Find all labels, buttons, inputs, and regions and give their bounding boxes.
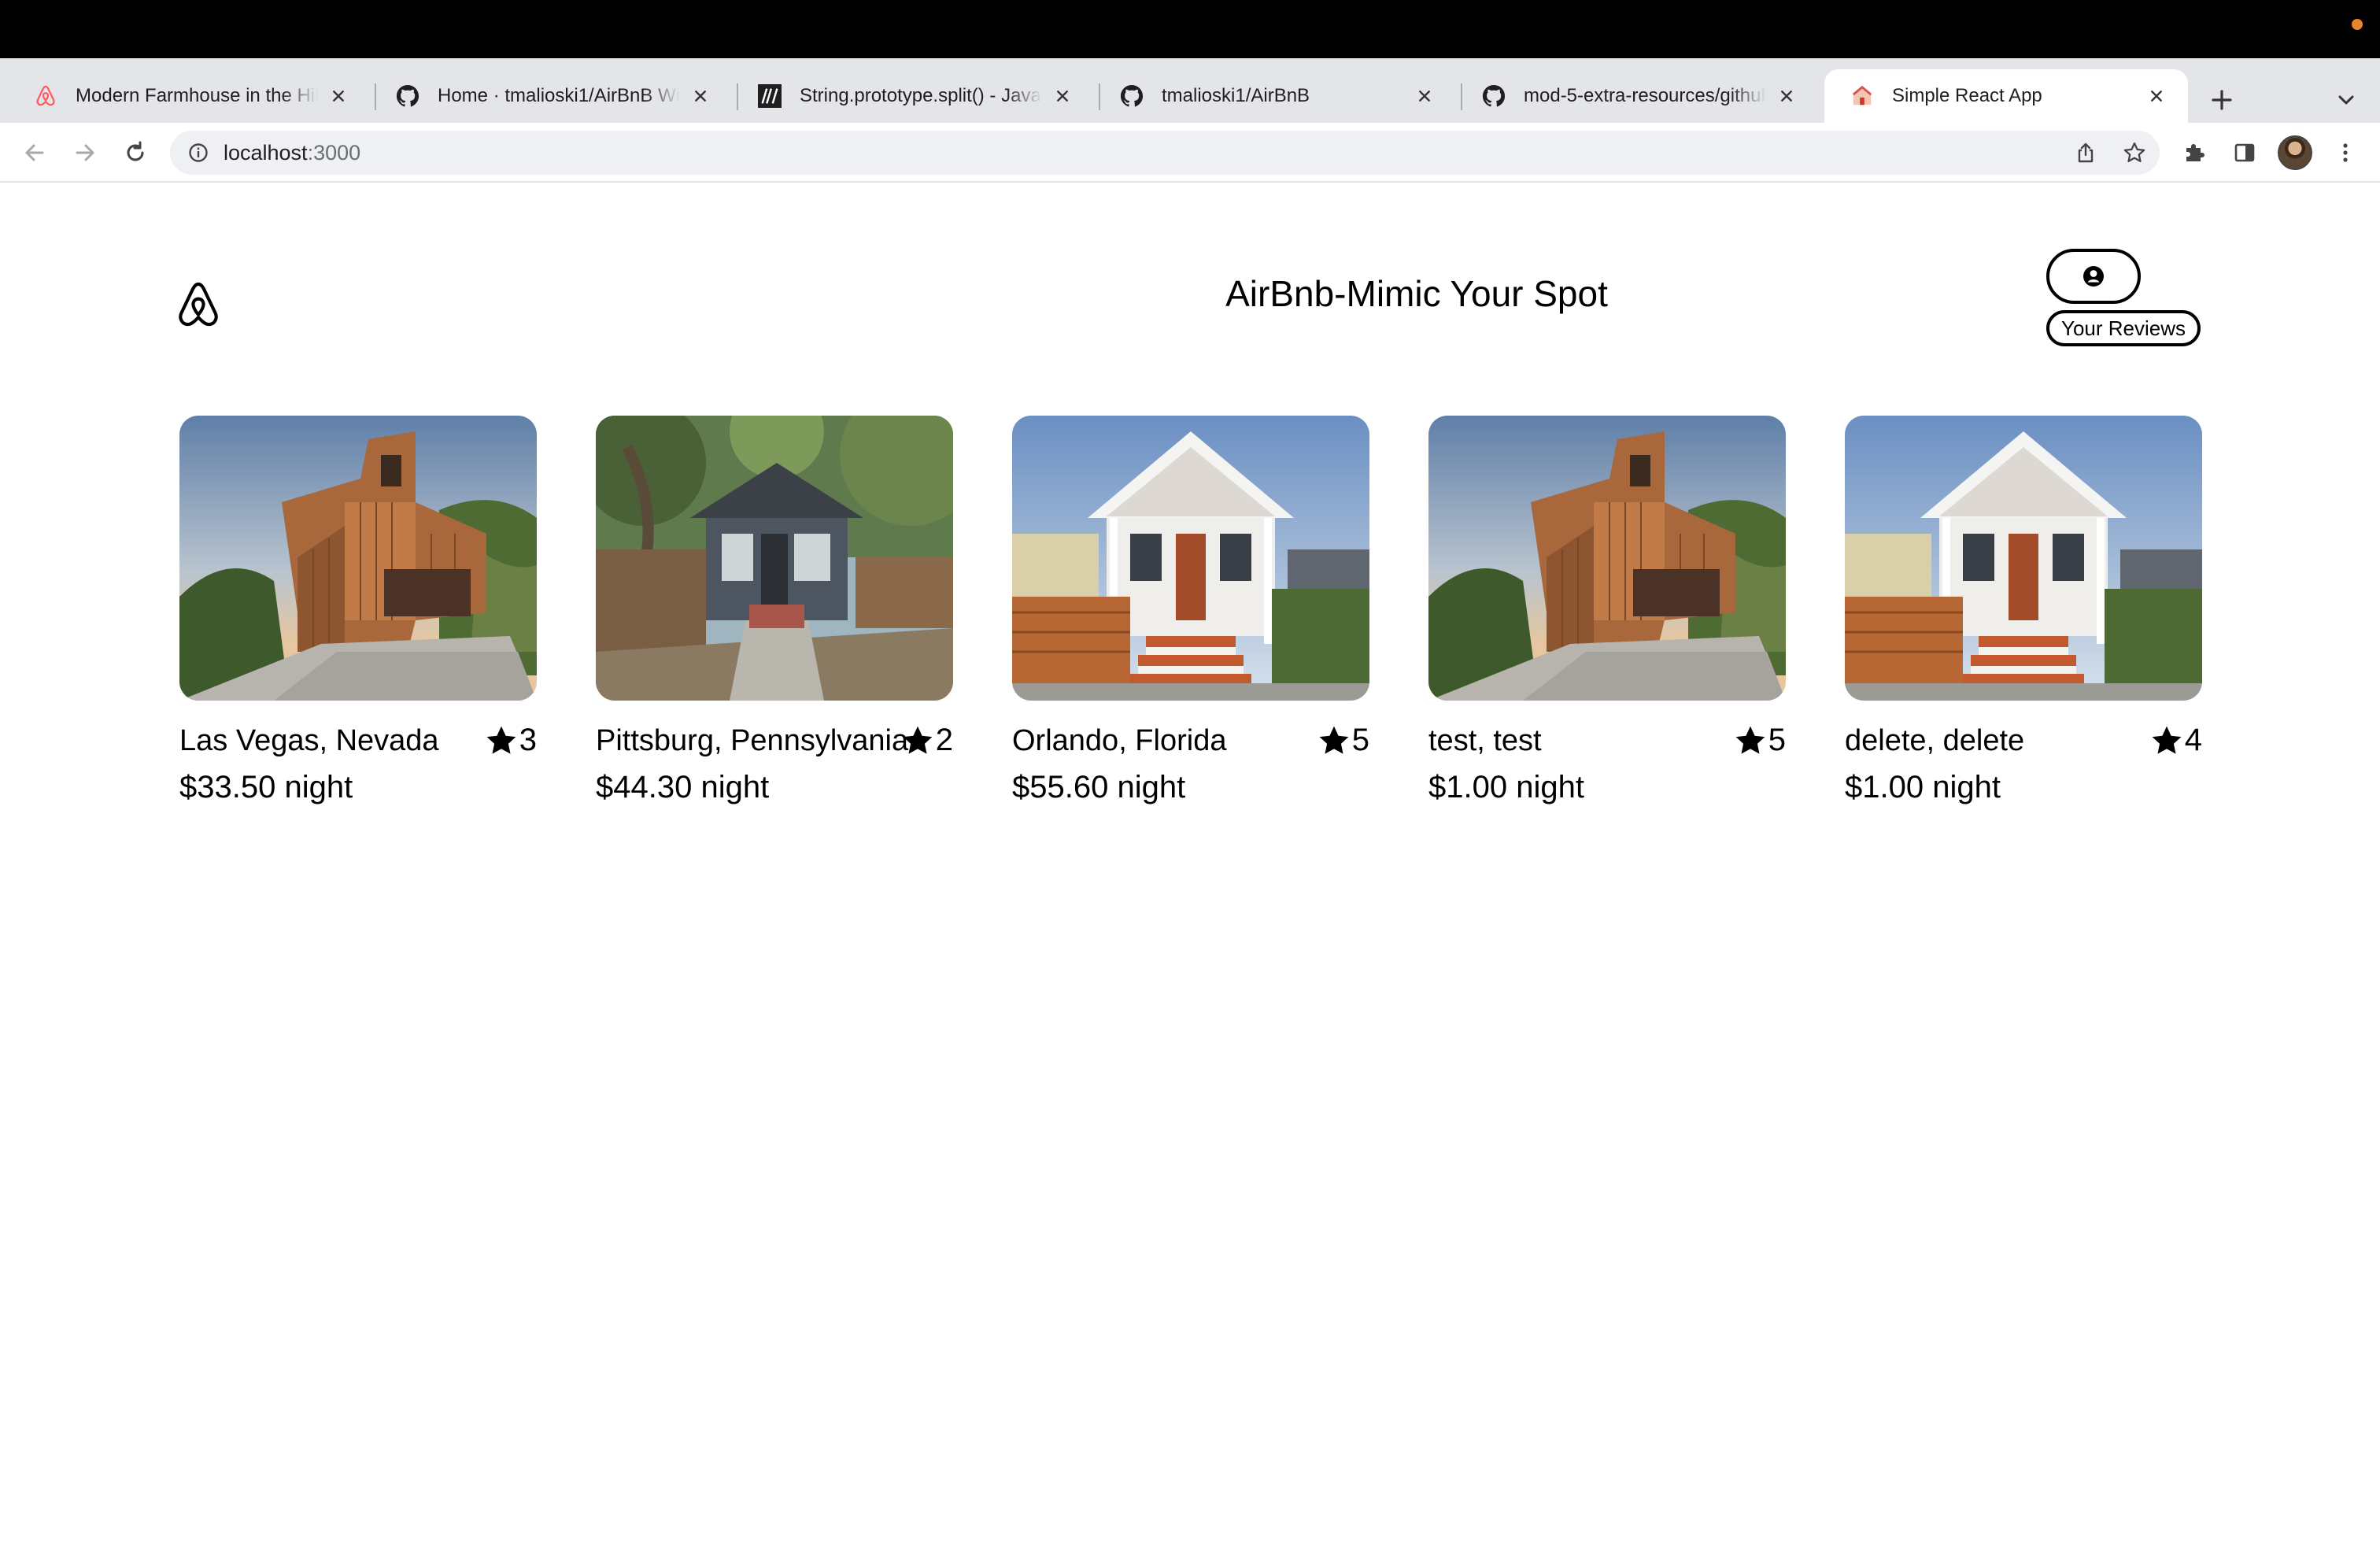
rating-value: 5	[1351, 723, 1369, 757]
spot-card[interactable]: Pittsburg, Pennsylvania 2 $44.30 night	[596, 416, 953, 825]
spot-location: test, test	[1428, 724, 1542, 757]
spot-price: $44.30 night	[596, 770, 770, 804]
spot-image[interactable]	[179, 416, 537, 701]
site-info-icon[interactable]	[186, 140, 211, 165]
star-icon	[485, 724, 518, 757]
browser-toolbar: localhost:3000	[0, 123, 2380, 183]
spot-location: Las Vegas, Nevada	[179, 724, 439, 757]
rating-value: 4	[2184, 723, 2202, 757]
side-panel-icon	[2234, 143, 2255, 162]
rating-value: 3	[519, 723, 537, 757]
star-icon	[1318, 724, 1351, 757]
spot-image[interactable]	[1428, 416, 1786, 701]
mdn-icon	[757, 83, 782, 109]
address-bar[interactable]: localhost:3000	[170, 131, 2160, 175]
more-vertical-icon	[2343, 143, 2348, 162]
close-icon[interactable]	[1050, 83, 1075, 109]
star-icon	[901, 724, 934, 757]
spot-rating: 2	[901, 723, 953, 758]
spot-rating: 3	[485, 723, 537, 758]
rating-value: 2	[935, 723, 953, 757]
side-panel-button[interactable]	[2226, 134, 2264, 172]
os-menu-bar	[0, 0, 2380, 58]
back-button[interactable]	[16, 134, 54, 172]
spot-rating: 5	[1318, 723, 1369, 758]
spot-rating: 4	[2150, 723, 2202, 758]
puzzle-icon	[2186, 144, 2204, 161]
spot-rating: 5	[1734, 723, 1786, 758]
spot-location: Pittsburg, Pennsylvania	[596, 724, 909, 757]
address-url: localhost:3000	[224, 141, 360, 165]
close-icon[interactable]	[2144, 83, 2169, 109]
spot-image[interactable]	[1012, 416, 1369, 701]
browser-tab-active[interactable]: Simple React App	[1824, 69, 2188, 123]
reload-button[interactable]	[116, 134, 154, 172]
tab-title: Home · tmalioski1/AirBnB Wiki	[438, 85, 680, 106]
your-reviews-button[interactable]: Your Reviews	[2046, 310, 2201, 346]
browser-menu-button[interactable]	[2326, 134, 2364, 172]
airbnb-icon	[33, 83, 58, 109]
tab-title: Modern Farmhouse in the Hill	[76, 85, 318, 106]
rating-value: 5	[1768, 723, 1786, 757]
page-title: AirBnb-Mimic Your Spot	[1225, 273, 1608, 314]
github-icon	[395, 83, 420, 109]
profile-avatar[interactable]	[2278, 135, 2312, 170]
spot-image[interactable]	[1845, 416, 2202, 701]
github-icon	[1119, 83, 1144, 109]
chevron-down-icon	[2338, 95, 2354, 105]
recording-indicator-icon	[2352, 19, 2363, 30]
react-app-icon	[1850, 83, 1875, 109]
tab-title: tmalioski1/AirBnB	[1162, 85, 1310, 106]
close-icon[interactable]	[1412, 83, 1437, 109]
star-icon	[2150, 724, 2183, 757]
plus-icon	[2212, 90, 2232, 110]
browser-tab[interactable]: Modern Farmhouse in the Hill	[8, 69, 370, 123]
user-circle-icon	[2083, 266, 2104, 287]
reload-icon	[127, 141, 144, 161]
spot-price: $1.00 night	[1428, 770, 1584, 804]
spot-price: $33.50 night	[179, 770, 353, 804]
browser-tab-strip: Modern Farmhouse in the Hill Home · tmal…	[0, 58, 2380, 123]
spot-location: delete, delete	[1845, 724, 2025, 757]
browser-tab[interactable]: tmalioski1/AirBnB	[1094, 69, 1456, 123]
arrow-left-icon	[25, 144, 44, 161]
spot-card[interactable]: Las Vegas, Nevada 3 $33.50 night	[179, 416, 537, 825]
extensions-button[interactable]	[2175, 134, 2213, 172]
close-icon[interactable]	[688, 83, 713, 109]
arrow-right-icon	[76, 144, 94, 161]
browser-tab[interactable]: mod-5-extra-resources/github	[1456, 69, 1818, 123]
url-port: :3000	[307, 141, 361, 165]
spot-price: $55.60 night	[1012, 770, 1186, 804]
profile-menu-button[interactable]	[2046, 249, 2141, 304]
spot-card[interactable]: Orlando, Florida 5 $55.60 night	[1012, 416, 1369, 825]
spot-image[interactable]	[596, 416, 953, 701]
spot-location: Orlando, Florida	[1012, 724, 1227, 757]
spot-price: $1.00 night	[1845, 770, 2001, 804]
tab-search-button[interactable]	[2328, 82, 2364, 118]
bookmark-star-icon[interactable]	[2119, 137, 2150, 168]
tab-title: Simple React App	[1892, 85, 2042, 106]
app-page: AirBnb-Mimic Your Spot Your Reviews Las …	[0, 184, 2380, 1546]
close-icon[interactable]	[1774, 83, 1799, 109]
new-tab-button[interactable]	[2204, 82, 2240, 118]
star-icon	[1734, 724, 1767, 757]
browser-tab[interactable]: String.prototype.split() - JavaScript	[732, 69, 1094, 123]
spot-card[interactable]: test, test 5 $1.00 night	[1428, 416, 1786, 825]
tab-title: String.prototype.split() - JavaScript	[800, 85, 1042, 106]
spot-card[interactable]: delete, delete 4 $1.00 night	[1845, 416, 2202, 825]
close-icon[interactable]	[326, 83, 351, 109]
github-icon	[1481, 83, 1506, 109]
forward-button[interactable]	[66, 134, 104, 172]
tab-title: mod-5-extra-resources/github	[1524, 85, 1766, 106]
url-host: localhost	[224, 141, 308, 165]
share-icon[interactable]	[2070, 137, 2101, 168]
browser-tab[interactable]: Home · tmalioski1/AirBnB Wiki	[370, 69, 732, 123]
airbnb-logo-icon[interactable]	[175, 280, 222, 332]
